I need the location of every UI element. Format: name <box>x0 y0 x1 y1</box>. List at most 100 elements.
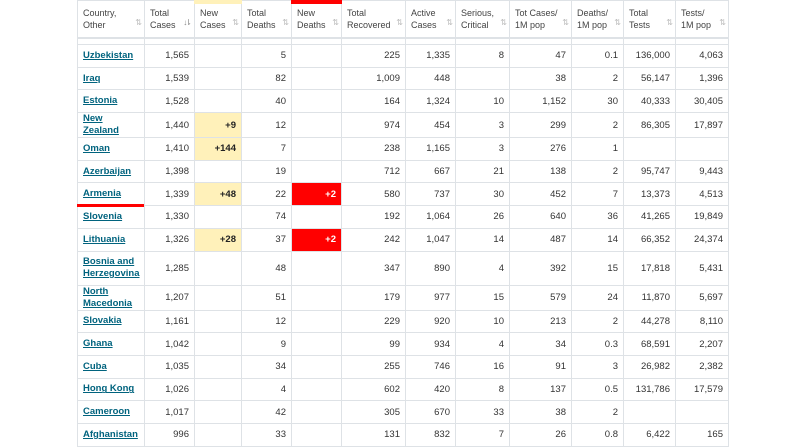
table-row: Hong Kong 1,026 4 602 420 8 137 0.5 131,786 17,57… <box>77 377 729 402</box>
table-row: New Zealand 1,440 +9 12 974 454 3 299 2 86,305 17,… <box>77 112 729 139</box>
sort-icon[interactable]: ⇅ <box>135 17 142 29</box>
country-link[interactable]: Azerbaijan <box>83 166 131 177</box>
cell-new-cases <box>194 205 242 229</box>
cell-country: Uzbekistan <box>77 44 145 68</box>
cell-serious-critical: 8 <box>455 44 510 68</box>
header-deaths-per-1m[interactable]: Deaths/1M pop ⇅ <box>571 0 624 39</box>
cell-total-tests: 131,786 <box>623 377 676 402</box>
cell-deaths-per-1m: 0.3 <box>571 332 624 356</box>
country-link[interactable]: Armenia <box>83 188 121 199</box>
spacer-cell <box>241 37 292 45</box>
country-link[interactable]: Uzbekistan <box>83 50 133 61</box>
country-link[interactable]: Cameroon <box>83 406 130 417</box>
sort-icon[interactable]: ⇅ <box>446 17 453 29</box>
cell-tot-cases-per-1m: 640 <box>509 205 572 229</box>
cell-new-deaths: +2 <box>291 227 342 252</box>
cell-total-tests: 136,000 <box>623 44 676 68</box>
cell-serious-critical: 3 <box>455 137 510 161</box>
header-label-line2: Deaths <box>297 19 326 30</box>
table-row: Oman 1,410 +144 7 238 1,165 3 276 1 <box>77 137 729 161</box>
country-link[interactable]: Afghanistan <box>83 429 138 440</box>
cell-total-deaths: 34 <box>241 354 292 379</box>
country-link[interactable]: Lithuania <box>83 234 125 245</box>
sort-icon[interactable]: ⇅ <box>332 17 339 29</box>
header-country[interactable]: Country, Other ⇅ <box>77 0 145 39</box>
cell-serious-critical: 10 <box>455 309 510 334</box>
country-link[interactable]: Oman <box>83 143 110 154</box>
country-link[interactable]: Ghana <box>83 338 113 349</box>
country-link[interactable]: North Macedonia <box>83 286 132 309</box>
table-row: North Macedonia 1,207 51 179 977 15 579 24 11,87… <box>77 284 729 311</box>
cell-deaths-per-1m: 24 <box>571 284 624 311</box>
cell-tot-cases-per-1m: 137 <box>509 377 572 402</box>
cell-total-cases: 1,035 <box>144 354 195 379</box>
cell-total-cases: 1,161 <box>144 309 195 334</box>
cell-total-recovered: 347 <box>341 250 406 286</box>
country-link[interactable]: Hong Kong <box>83 383 134 394</box>
cell-total-recovered: 242 <box>341 227 406 252</box>
spacer-cell <box>291 37 342 45</box>
sort-icon[interactable]: ⇅ <box>500 17 507 29</box>
header-new-deaths[interactable]: New Deaths ⇅ <box>291 0 342 39</box>
cell-deaths-per-1m: 0.1 <box>571 44 624 68</box>
cell-tot-cases-per-1m: 213 <box>509 309 572 334</box>
sort-icon[interactable]: ⇅ <box>396 17 403 29</box>
sort-icon[interactable]: ⇅ <box>614 17 621 29</box>
header-label-line1: New <box>200 7 219 18</box>
sort-icon[interactable]: ⇅ <box>282 17 289 29</box>
cell-deaths-per-1m: 15 <box>571 250 624 286</box>
table-body: Uzbekistan 1,565 5 225 1,335 8 47 0.1 136,000 4,0… <box>77 37 729 447</box>
cell-total-tests: 17,818 <box>623 250 676 286</box>
cell-total-tests: 66,352 <box>623 227 676 252</box>
cell-tot-cases-per-1m: 299 <box>509 112 572 139</box>
country-link[interactable]: Iraq <box>83 73 100 84</box>
cell-new-deaths <box>291 44 342 68</box>
table-row: Uzbekistan 1,565 5 225 1,335 8 47 0.1 136,000 4,0… <box>77 44 729 68</box>
country-link[interactable]: Cuba <box>83 361 107 372</box>
cell-total-deaths: 74 <box>241 205 292 229</box>
header-total-cases[interactable]: Total Cases ↓⇂ <box>144 0 195 39</box>
header-tot-cases-per-1m[interactable]: Tot Cases/1M pop ⇅ <box>509 0 572 39</box>
cell-tot-cases-per-1m: 276 <box>509 137 572 161</box>
cell-total-tests: 86,305 <box>623 112 676 139</box>
sort-icon[interactable]: ⇅ <box>232 17 239 29</box>
cell-total-cases: 1,330 <box>144 205 195 229</box>
cell-deaths-per-1m: 14 <box>571 227 624 252</box>
sort-icon[interactable]: ⇅ <box>562 17 569 29</box>
header-serious-critical[interactable]: Serious, Critical ⇅ <box>455 0 510 39</box>
spacer-cell <box>144 37 195 45</box>
cell-tests-per-1m: 30,405 <box>675 89 729 114</box>
cell-new-deaths: +2 <box>291 182 342 207</box>
cell-deaths-per-1m: 2 <box>571 159 624 184</box>
country-link[interactable]: Slovakia <box>83 315 122 326</box>
new-cases-header-highlight <box>194 0 242 4</box>
cell-total-recovered: 712 <box>341 159 406 184</box>
cell-total-recovered: 580 <box>341 182 406 207</box>
header-total-tests[interactable]: Total Tests ⇅ <box>623 0 676 39</box>
cell-serious-critical: 16 <box>455 354 510 379</box>
header-active-cases[interactable]: Active Cases ⇅ <box>405 0 456 39</box>
header-label-line2: Cases <box>200 19 226 30</box>
header-label-line2: Critical <box>461 19 489 30</box>
cell-total-recovered: 225 <box>341 44 406 68</box>
header-total-recovered[interactable]: Total Recovered ⇅ <box>341 0 406 39</box>
sort-icon[interactable]: ⇅ <box>666 17 673 29</box>
table-row: Lithuania 1,326 +28 37 +2 242 1,047 14 487 14 66,3… <box>77 227 729 252</box>
header-label-line2: Tests <box>629 19 651 30</box>
cell-total-tests: 26,982 <box>623 354 676 379</box>
country-link[interactable]: New Zealand <box>83 113 119 136</box>
cell-tests-per-1m: 8,110 <box>675 309 729 334</box>
cell-country: Slovenia <box>77 205 145 229</box>
header-total-deaths[interactable]: Total Deaths ⇅ <box>241 0 292 39</box>
header-new-cases[interactable]: New Cases ⇅ <box>194 0 242 39</box>
sort-icon[interactable]: ⇅ <box>719 17 726 29</box>
header-tests-per-1m[interactable]: Tests/1M pop ⇅ <box>675 0 729 39</box>
cell-total-deaths: 12 <box>241 112 292 139</box>
cell-country: Lithuania <box>77 227 145 252</box>
covid-table-container: Country, Other ⇅ Total Cases ↓⇂ New Cases ⇅ Total… <box>77 0 729 447</box>
country-link[interactable]: Estonia <box>83 95 117 106</box>
country-link[interactable]: Bosnia and Herzegovina <box>83 256 140 279</box>
table-row: Slovenia 1,330 74 192 1,064 26 640 36 41,265 19,8… <box>77 205 729 229</box>
sort-icon[interactable]: ↓⇂ <box>183 17 192 29</box>
country-link[interactable]: Slovenia <box>83 211 122 222</box>
